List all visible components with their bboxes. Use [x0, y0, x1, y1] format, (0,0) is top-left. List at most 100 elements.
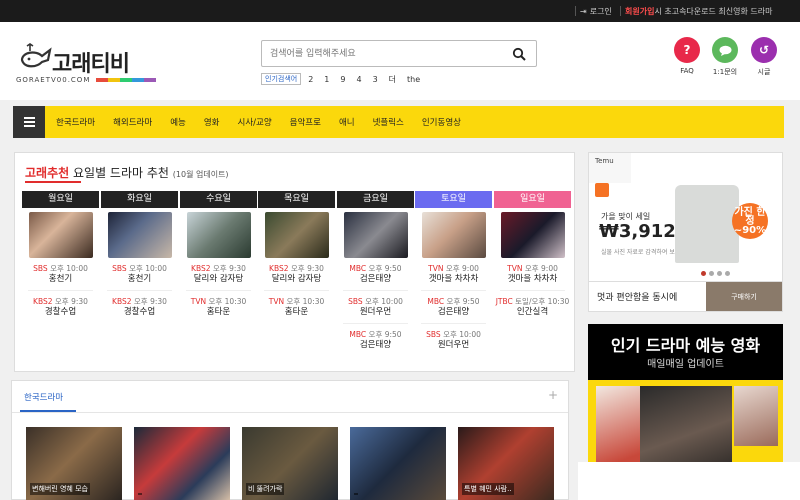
broadcast-time: JTBC 토일/오후 10:30 [494, 296, 571, 307]
drama-schedule-item[interactable]: JTBC 토일/오후 10:30 인간실격 [494, 296, 571, 318]
keyword-link[interactable]: 2 [308, 75, 313, 84]
divider [421, 290, 486, 291]
tab-korean-drama[interactable]: 한국드라마 [24, 391, 63, 403]
history-icon[interactable]: ↺ [751, 37, 777, 63]
divider [620, 6, 621, 16]
drama-schedule-item[interactable]: TVN 오후 10:30 홈타운 [258, 296, 335, 318]
inquiry-label[interactable]: 1:1문의 [705, 67, 745, 77]
day-header: 토요일 [415, 191, 492, 208]
day-column: 토요일 TVN 오후 9:00 갯마을 차차차 MBC 오후 9:50 검은태양 SBS … [415, 191, 492, 351]
channel-name: SBS [426, 330, 441, 339]
thumbnail-caption [354, 493, 358, 495]
keyword-link[interactable]: 3 [373, 75, 378, 84]
drama-thumbnail[interactable]: 비 뚫려가락 [242, 427, 338, 500]
title-text: 요일별 드라마 추천 [73, 166, 169, 180]
ad-footer: 멋과 편안함을 동시에 구매하기 [589, 281, 782, 311]
nav-item-netflix[interactable]: 넷플릭스 [373, 116, 404, 128]
nav-item-music[interactable]: 음악프로 [290, 116, 321, 128]
nav-item-foreign-drama[interactable]: 해외드라마 [113, 116, 152, 128]
drama-schedule-item[interactable]: TVN 오후 9:00 갯마을 차차차 [494, 263, 571, 285]
title-highlight: 고래추천 [25, 166, 70, 180]
day-column: 월요일 SBS 오후 10:00 홍천기 KBS2 오후 9:30 경찰수업 [22, 191, 99, 318]
air-time: 오후 10:00 [365, 297, 403, 306]
drama-schedule-item[interactable]: KBS2 오후 9:30 경찰수업 [101, 296, 178, 318]
drama-thumbnail[interactable] [186, 212, 251, 258]
drama-schedule-item[interactable]: MBC 오후 9:50 검은태양 [337, 263, 414, 285]
color-bar [120, 78, 132, 82]
air-time: 오후 9:00 [524, 264, 558, 273]
air-time: 오후 10:00 [443, 330, 481, 339]
faq-icon[interactable]: ? [674, 37, 700, 63]
keyword-link[interactable]: the [407, 75, 420, 84]
drama-title: 검은태양 [359, 274, 392, 284]
broadcast-time: SBS 오후 10:00 [415, 329, 492, 340]
keyword-link[interactable]: 4 [356, 75, 361, 84]
drama-thumbnail[interactable] [134, 427, 230, 500]
nav-item-anime[interactable]: 애니 [339, 116, 355, 128]
drama-thumbnail[interactable]: 변해버린 영혜 모습 [26, 427, 122, 500]
day-header: 수요일 [180, 191, 257, 208]
nav-item-popular-video[interactable]: 인기동영상 [422, 116, 461, 128]
nav-item-current-affairs[interactable]: 시사/교양 [238, 116, 272, 128]
login-link[interactable]: ⇥ 로그인 [580, 6, 612, 17]
nav-item-korean-drama[interactable]: 한국드라마 [56, 116, 95, 128]
more-plus-icon[interactable]: + [548, 388, 558, 402]
search-icon[interactable] [512, 47, 526, 61]
drama-schedule-item[interactable]: SBS 오후 10:00 홍천기 [22, 263, 99, 285]
search-input[interactable] [270, 46, 500, 62]
drama-thumbnail[interactable] [500, 212, 565, 258]
drama-title: 홍천기 [48, 274, 73, 284]
drama-thumbnail[interactable] [28, 212, 93, 258]
buy-button[interactable]: 구매하기 [706, 282, 782, 311]
drama-schedule-item[interactable]: SBS 오후 10:00 원더우먼 [415, 329, 492, 351]
temu-ad[interactable]: Temu 가을 맞이 세일 ₩3,912 실물 사진 자료로 감격하여 보여드립… [588, 152, 783, 312]
drama-title: 원더우먼 [437, 340, 470, 350]
air-time: 오후 9:30 [133, 297, 167, 306]
hamburger-menu-icon[interactable] [13, 106, 45, 138]
drama-schedule-item[interactable]: SBS 오후 10:00 원더우먼 [337, 296, 414, 318]
banner-title: 인기 드라마 예능 영화 [610, 336, 761, 355]
channel-name: SBS [112, 264, 127, 273]
broadcast-time: KBS2 오후 9:30 [101, 296, 178, 307]
drama-thumbnail[interactable] [343, 212, 408, 258]
drama-thumbnail[interactable] [350, 427, 446, 500]
color-bar [144, 78, 156, 82]
drama-schedule-item[interactable]: TVN 오후 10:30 홈타운 [180, 296, 257, 318]
color-bar [108, 78, 120, 82]
temu-brand: Temu [595, 157, 614, 165]
nav-item-movie[interactable]: 영화 [204, 116, 220, 128]
drama-schedule-item[interactable]: SBS 오후 10:00 홍천기 [101, 263, 178, 285]
main-nav: 한국드라마 해외드라마 예능 영화 시사/교양 음악프로 애니 넷플릭스 인기동… [13, 106, 784, 138]
drama-thumbnail[interactable] [107, 212, 172, 258]
drama-thumbnail[interactable] [421, 212, 486, 258]
drama-thumbnail[interactable] [264, 212, 329, 258]
keyword-link[interactable]: 더 [389, 74, 396, 85]
drama-title: 경찰수업 [44, 307, 77, 317]
site-logo[interactable]: 고래티비 GORAETV00.COM [16, 42, 156, 92]
divider [343, 290, 408, 291]
drama-schedule-item[interactable]: TVN 오후 9:00 갯마을 차차차 [415, 263, 492, 285]
air-time: 오후 10:00 [129, 264, 167, 273]
drama-thumbnail[interactable]: 특별 혜민 사람.. [458, 427, 554, 500]
channel-name: MBC [349, 330, 367, 339]
thumbnail-caption: 변해버린 영혜 모습 [30, 483, 90, 495]
drama-schedule-item[interactable]: KBS2 오후 9:30 달리와 감자탕 [180, 263, 257, 285]
faq-label[interactable]: FAQ [667, 67, 707, 75]
ad-footer-text: 멋과 편안함을 동시에 [597, 293, 678, 303]
history-label[interactable]: 시글 [744, 67, 784, 77]
drama-schedule-item[interactable]: MBC 오후 9:50 검은태양 [415, 296, 492, 318]
chat-icon[interactable] [712, 37, 738, 63]
weekly-drama-recommendation: 고래추천 요일별 드라마 추천 (10월 업데이트) 월요일 SBS 오후 10:… [14, 152, 575, 372]
drama-schedule-item[interactable]: KBS2 오후 9:30 경찰수업 [22, 296, 99, 318]
drama-schedule-item[interactable]: KBS2 오후 9:30 달리와 감자탕 [258, 263, 335, 285]
channel-name: TVN [190, 297, 207, 306]
jacket-image [675, 185, 739, 263]
keyword-link[interactable]: 9 [340, 75, 345, 84]
chat-bubble-icon [719, 45, 731, 56]
search-box [261, 40, 537, 67]
signup-link[interactable]: 회원가입시 초고속다운로드 최신영화 드라마 [625, 6, 772, 17]
drama-schedule-item[interactable]: MBC 오후 9:50 검은태양 [337, 329, 414, 351]
broadcast-time: SBS 오후 10:00 [22, 263, 99, 274]
keyword-link[interactable]: 1 [324, 75, 329, 84]
nav-item-variety[interactable]: 예능 [170, 116, 186, 128]
